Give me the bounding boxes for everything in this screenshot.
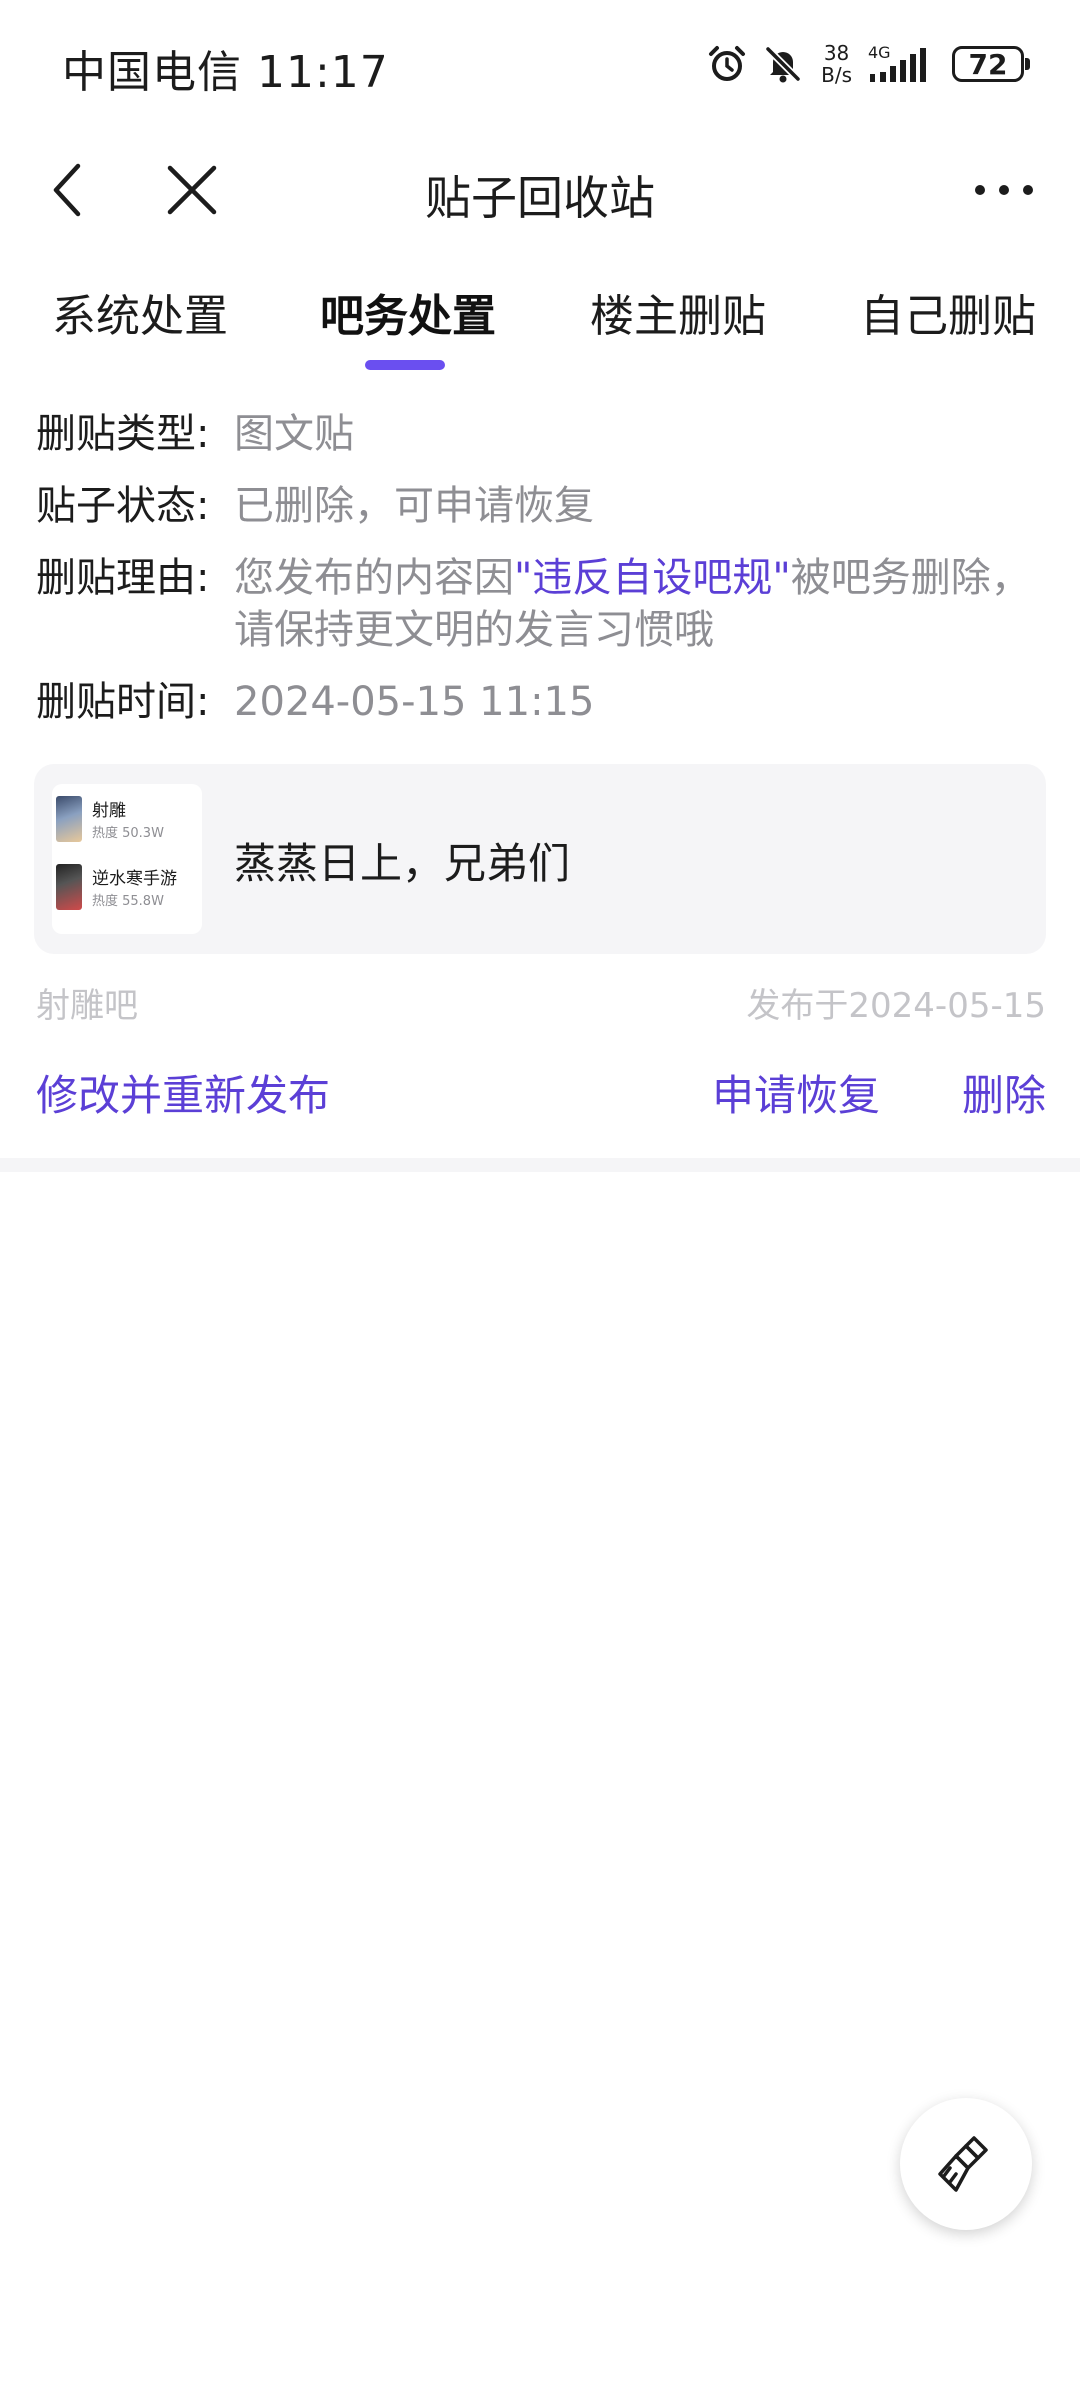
info-row-status: 贴子状态: 已删除，可申请恢复	[36, 480, 1046, 532]
broom-icon	[938, 2136, 988, 2192]
time-value: 2024-05-15 11:15	[234, 679, 595, 725]
status-icons: 38 B/s 4G 72	[705, 38, 1030, 90]
network-type-label: 4G	[868, 43, 891, 62]
time-label: 删贴时间:	[36, 679, 210, 725]
net-speed-unit: B/s	[821, 63, 852, 87]
forum-name[interactable]: 射雕吧	[36, 978, 138, 1027]
net-speed: 38 B/s	[821, 42, 852, 86]
thumb-item: 射雕 热度 50.3W	[56, 792, 202, 848]
more-dots-icon	[975, 185, 1033, 195]
status-label: 贴子状态:	[36, 483, 210, 529]
info-row-type: 删贴类型: 图文贴	[36, 408, 1046, 460]
post-text: 蒸蒸日上，兄弟们	[234, 839, 571, 888]
thumb-heat: 热度 55.8W	[92, 894, 164, 909]
reason-label: 删贴理由:	[36, 555, 210, 601]
info-row-time: 删贴时间: 2024-05-15 11:15	[36, 676, 1046, 728]
tab-bar: 系统处置 吧务处置 楼主删贴 自己删贴	[0, 270, 1080, 380]
edit-repost-button[interactable]: 修改并重新发布	[36, 1062, 330, 1123]
carrier-time: 中国电信 11:17	[62, 47, 389, 98]
page-title: 贴子回收站	[425, 171, 655, 225]
info-row-reason: 删贴理由: 您发布的内容因"违反自设吧规"被吧务删除，请保持更文明的发言习惯哦	[36, 552, 1046, 656]
more-button[interactable]	[964, 158, 1044, 222]
type-label: 删贴类型:	[36, 411, 210, 457]
thumb-heat: 热度 50.3W	[92, 826, 164, 841]
post-card[interactable]: 射雕 热度 50.3W 逆水寒手游 热度 55.8W 蒸蒸日上，兄弟们	[34, 764, 1046, 954]
section-divider	[0, 1158, 1080, 1172]
delete-info: 删贴类型: 图文贴 贴子状态: 已删除，可申请恢复 删贴理由: 您发布的内容因"…	[36, 408, 1046, 748]
tab-op-deleted[interactable]: 楼主删贴	[590, 280, 766, 344]
nav-bar: 贴子回收站	[0, 128, 1080, 252]
publish-date: 发布于2024-05-15	[746, 986, 1046, 1026]
battery-indicator: 72	[952, 46, 1030, 82]
mute-bell-icon	[761, 42, 805, 86]
reason-value: 您发布的内容因"违反自设吧规"被吧务删除，请保持更文明的发言习惯哦	[234, 552, 1046, 656]
thumb-item: 逆水寒手游 热度 55.8W	[56, 860, 202, 916]
thumb-name: 射雕	[92, 801, 126, 821]
alarm-icon	[705, 42, 749, 86]
type-value: 图文贴	[234, 411, 354, 457]
reason-prefix: 您发布的内容因	[234, 555, 514, 601]
clear-button[interactable]	[900, 2098, 1032, 2230]
battery-level: 72	[968, 47, 1008, 81]
status-bar: 中国电信 11:17 38 B/s 4G 72	[0, 0, 1080, 128]
tab-active-indicator	[365, 360, 445, 370]
signal-icon: 4G	[868, 42, 940, 86]
net-speed-value: 38	[823, 41, 850, 65]
delete-button[interactable]: 删除	[962, 1062, 1046, 1123]
status-value: 已删除，可申请恢复	[234, 483, 594, 529]
game-cover-image	[56, 796, 82, 842]
action-row: 修改并重新发布 申请恢复 删除	[36, 1062, 1046, 1122]
apply-restore-button[interactable]: 申请恢复	[712, 1062, 880, 1123]
post-thumbnail: 射雕 热度 50.3W 逆水寒手游 热度 55.8W	[52, 784, 202, 934]
tab-system-disposal[interactable]: 系统处置	[52, 280, 228, 344]
rule-link[interactable]: "违反自设吧规"	[514, 555, 791, 601]
tab-self-deleted[interactable]: 自己删贴	[860, 280, 1036, 344]
thumb-name: 逆水寒手游	[92, 869, 177, 889]
tab-moderator-disposal[interactable]: 吧务处置	[320, 280, 496, 344]
game-cover-image	[56, 864, 82, 910]
